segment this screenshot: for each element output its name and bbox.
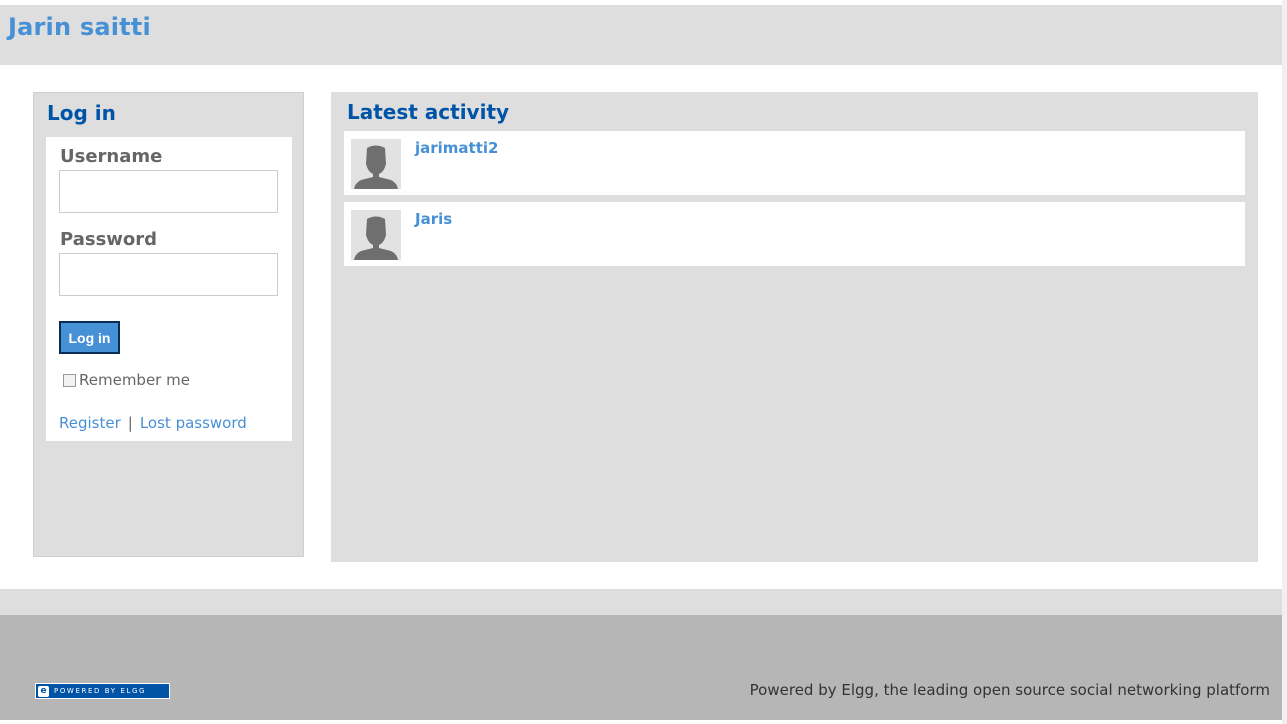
- activity-user-link[interactable]: Jaris: [415, 210, 452, 228]
- register-link[interactable]: Register: [59, 414, 121, 432]
- page-shadow: [1282, 0, 1287, 724]
- remember-me-label: Remember me: [79, 371, 190, 389]
- username-input[interactable]: [59, 170, 278, 213]
- badge-text: POWERED BY ELGG: [54, 687, 147, 695]
- login-form: Username Password Log in Remember me Reg…: [46, 137, 292, 441]
- activity-panel: Latest activity jarimatti2 Jaris: [331, 92, 1258, 562]
- password-input[interactable]: [59, 253, 278, 296]
- elgg-logo-icon: e: [38, 685, 49, 697]
- site-header: Jarin saitti: [0, 5, 1282, 65]
- activity-user-link[interactable]: jarimatti2: [415, 139, 498, 157]
- default-user-avatar-icon[interactable]: [351, 210, 401, 260]
- site-title[interactable]: Jarin saitti: [8, 13, 151, 41]
- activity-item: jarimatti2: [344, 131, 1245, 195]
- login-heading: Log in: [47, 101, 116, 125]
- footer-divider: [0, 589, 1282, 615]
- username-label: Username: [60, 146, 163, 167]
- remember-me[interactable]: Remember me: [63, 371, 190, 389]
- site-footer: e POWERED BY ELGG Powered by Elgg, the l…: [0, 615, 1282, 720]
- lost-password-link[interactable]: Lost password: [140, 414, 247, 432]
- remember-me-checkbox[interactable]: [63, 373, 76, 387]
- default-user-avatar-icon[interactable]: [351, 139, 401, 189]
- password-label: Password: [60, 229, 158, 250]
- powered-by-elgg-badge[interactable]: e POWERED BY ELGG: [35, 683, 170, 699]
- link-separator: |: [127, 414, 133, 432]
- login-button[interactable]: Log in: [59, 321, 120, 354]
- powered-by-text: Powered by Elgg, the leading open source…: [749, 681, 1270, 699]
- activity-heading: Latest activity: [347, 100, 510, 124]
- activity-item: Jaris: [344, 202, 1245, 266]
- login-links: Register | Lost password: [59, 414, 247, 432]
- login-panel: Log in Username Password Log in Remember…: [33, 92, 304, 557]
